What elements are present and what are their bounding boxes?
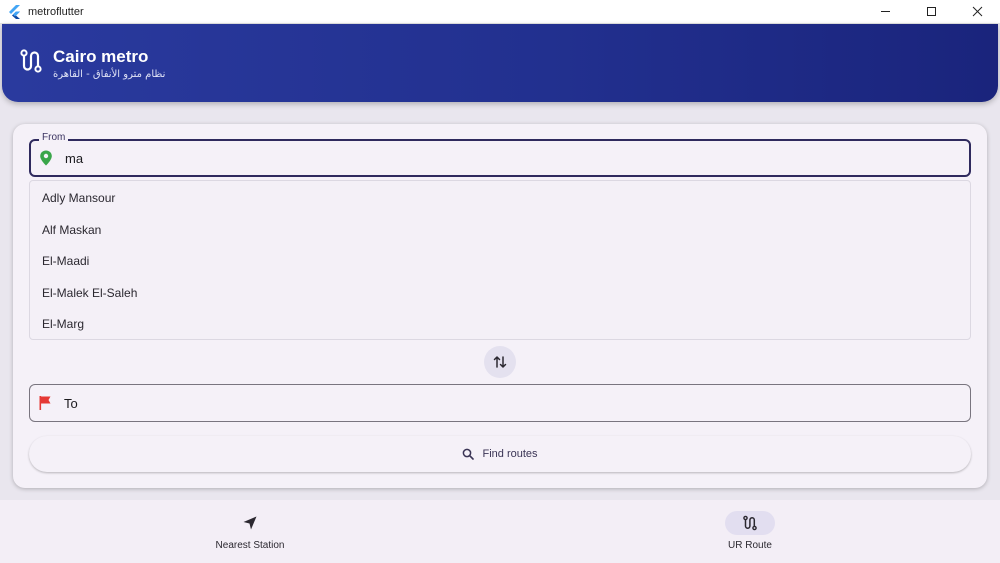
to-input[interactable] (64, 395, 944, 411)
close-icon (972, 6, 982, 17)
route-icon (20, 49, 42, 73)
app-title: Cairo metro (53, 47, 149, 66)
window-titlebar: metroflutter (0, 0, 1000, 24)
from-field[interactable]: From (29, 132, 971, 177)
nav-indicator-selected (725, 511, 775, 535)
suggestion-item[interactable]: Adly Mansour (42, 191, 115, 205)
minimize-button[interactable] (862, 0, 908, 24)
window-title: metroflutter (28, 5, 84, 18)
location-pin-icon (40, 150, 52, 166)
route-search-card: From Adly Mansour Alf Maskan El-Maadi El… (13, 124, 987, 488)
route-icon (743, 515, 757, 531)
search-icon (463, 448, 475, 460)
from-input[interactable] (65, 150, 945, 166)
minimize-icon (880, 11, 890, 12)
flutter-logo-icon (9, 4, 20, 19)
flag-icon (39, 396, 51, 410)
app-subtitle: نظام مترو الأنفاق - القاهرة (53, 69, 166, 80)
from-label: From (39, 132, 69, 143)
suggestion-item[interactable]: Alf Maskan (42, 223, 101, 237)
to-field[interactable] (29, 384, 971, 422)
nav-item-nearest-station[interactable]: Nearest Station (150, 500, 350, 563)
suggestion-item[interactable]: El-Marg (42, 317, 84, 331)
nav-label: UR Route (728, 540, 772, 551)
station-suggestions: Adly Mansour Alf Maskan El-Maadi El-Male… (29, 180, 971, 340)
nav-item-ur-route[interactable]: UR Route (650, 500, 850, 563)
close-button[interactable] (954, 0, 1000, 24)
find-routes-label: Find routes (482, 448, 538, 460)
nav-indicator (225, 511, 275, 535)
window-controls (862, 0, 1000, 24)
maximize-button[interactable] (908, 0, 954, 24)
suggestion-item[interactable]: El-Maadi (42, 254, 89, 268)
maximize-icon (926, 7, 936, 16)
swap-stations-button[interactable] (484, 346, 516, 378)
navigation-arrow-icon (243, 516, 257, 530)
find-routes-button[interactable]: Find routes (29, 436, 971, 472)
app-header: Cairo metro نظام مترو الأنفاق - القاهرة (2, 24, 998, 102)
nav-label: Nearest Station (215, 540, 285, 551)
swap-vertical-icon (493, 356, 507, 368)
bottom-navigation: Nearest Station UR Route (0, 500, 1000, 563)
suggestion-item[interactable]: El-Malek El-Saleh (42, 286, 137, 300)
